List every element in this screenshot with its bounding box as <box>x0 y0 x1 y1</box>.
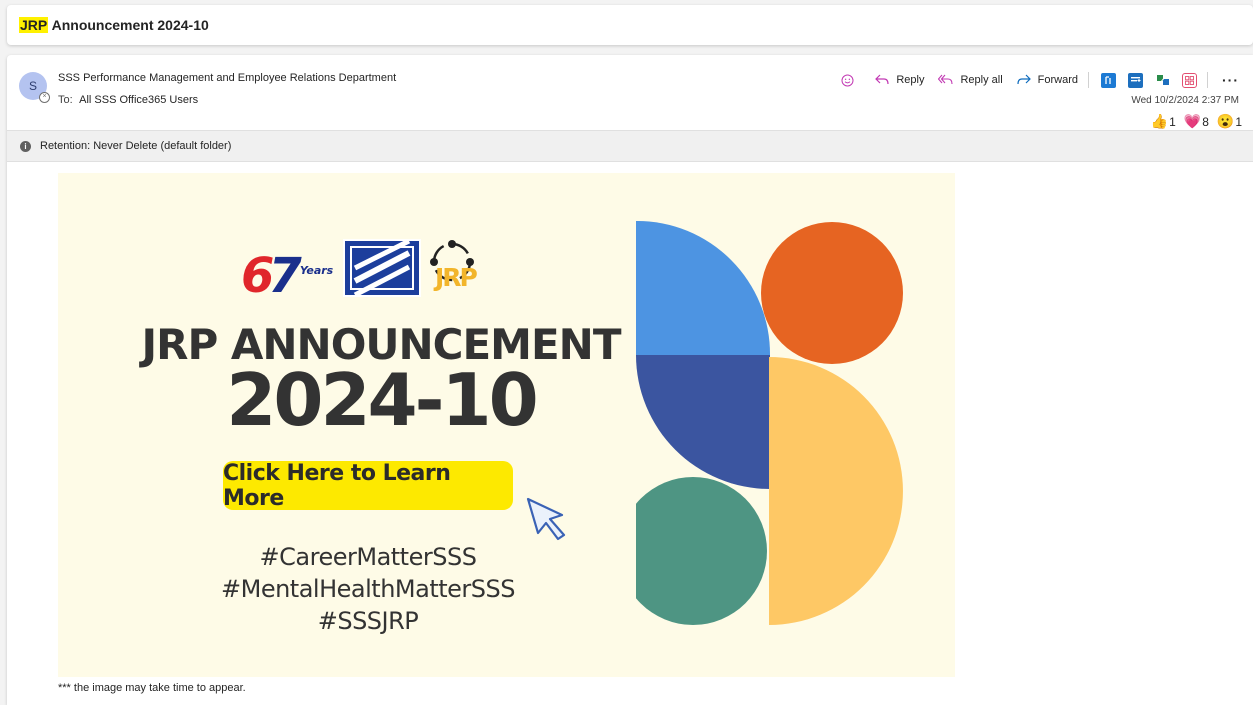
reaction-count: 1 <box>1169 114 1176 129</box>
jrp-logo-text: JRP <box>435 263 478 292</box>
retention-policy-bar: i Retention: Never Delete (default folde… <box>7 130 1253 162</box>
share-addin-icon[interactable] <box>1155 73 1170 88</box>
image-footnote: *** the image may take time to appear. <box>58 682 246 694</box>
shape-navy-quarter <box>636 355 770 489</box>
translator-addin-icon[interactable] <box>1101 72 1116 88</box>
toolbar-divider <box>1207 72 1208 88</box>
planner-addin-icon[interactable] <box>1128 72 1143 88</box>
sss-logo <box>343 238 421 298</box>
subject-title: Announcement 2024-10 <box>48 17 209 33</box>
hashtag: #MentalHealthMatterSSS <box>221 575 515 603</box>
sent-date: Wed 10/2/2024 2:37 PM <box>1131 95 1239 106</box>
apps-addin-icon[interactable] <box>1182 72 1197 88</box>
forward-icon <box>1017 74 1031 85</box>
pointer-cursor-icon <box>526 497 566 541</box>
reactions-bar: 👍 1 💗 8 😮 1 <box>1143 113 1242 130</box>
logo-years-text: Years <box>299 264 334 277</box>
reply-all-label: Reply all <box>960 74 1003 86</box>
hashtag: #CareerMatterSSS <box>259 543 477 571</box>
heart-icon: 💗 <box>1183 113 1202 129</box>
shape-orange-circle <box>761 222 903 364</box>
reaction-heart[interactable]: 💗 8 <box>1184 113 1209 130</box>
forward-label: Forward <box>1037 74 1078 86</box>
reaction-surprised[interactable]: 😮 1 <box>1217 113 1242 130</box>
retention-text: Retention: Never Delete (default folder) <box>40 140 232 152</box>
reply-all-icon <box>938 74 954 85</box>
logo-strip: 67 Years JRP <box>241 238 501 302</box>
reaction-count: 8 <box>1202 114 1209 129</box>
shape-blue-quarter <box>636 221 771 355</box>
shape-yellow-half <box>769 357 903 625</box>
to-label: To: <box>58 94 73 106</box>
smiley-icon <box>841 74 854 86</box>
subject-bar: JRP Announcement 2024-10 <box>7 5 1253 45</box>
toolbar-divider <box>1088 72 1089 88</box>
info-icon: i <box>20 141 31 152</box>
reply-all-button[interactable]: Reply all <box>938 74 1003 86</box>
banner-subtitle: 2024-10 <box>226 358 538 442</box>
reply-label: Reply <box>896 74 925 86</box>
surprised-face-icon: 😮 <box>1216 113 1235 129</box>
message-actions: Reply Reply all Forward ··· <box>827 71 1239 89</box>
react-button[interactable] <box>841 74 861 87</box>
reply-button[interactable]: Reply <box>875 74 924 86</box>
presence-status-icon: × <box>39 92 50 103</box>
learn-more-button[interactable]: Click Here to Learn More <box>223 461 513 511</box>
announcement-banner-image[interactable]: 67 Years JRP JRP ANNOUNCEMENT 2024-10 Cli… <box>58 173 955 677</box>
more-actions-button[interactable]: ··· <box>1222 73 1239 87</box>
logo-7: 7 <box>268 248 301 304</box>
to-recipient[interactable]: All SSS Office365 Users <box>79 94 198 106</box>
forward-button[interactable]: Forward <box>1017 74 1078 86</box>
jrp-logo: JRP <box>429 239 499 299</box>
hashtag: #SSSJRP <box>317 607 419 635</box>
thumbs-up-icon: 👍 <box>1150 113 1169 129</box>
sender-name[interactable]: SSS Performance Management and Employee … <box>58 72 396 84</box>
shape-green-circle <box>636 477 767 625</box>
reply-icon <box>875 74 889 85</box>
67-years-logo: 67 Years <box>241 245 333 302</box>
decorative-shapes <box>636 221 903 625</box>
recipients: To: All SSS Office365 Users <box>58 94 198 106</box>
avatar-initial: S <box>28 79 37 93</box>
sender-avatar[interactable]: S × <box>19 72 50 103</box>
reaction-count: 1 <box>1235 114 1242 129</box>
subject-highlight: JRP <box>19 17 49 33</box>
logo-6: 6 <box>241 248 274 304</box>
hashtag-list: #CareerMatterSSS #MentalHealthMatterSSS … <box>178 541 558 637</box>
message-pane: S × SSS Performance Management and Emplo… <box>7 55 1253 705</box>
reaction-thumbs-up[interactable]: 👍 1 <box>1151 113 1176 130</box>
